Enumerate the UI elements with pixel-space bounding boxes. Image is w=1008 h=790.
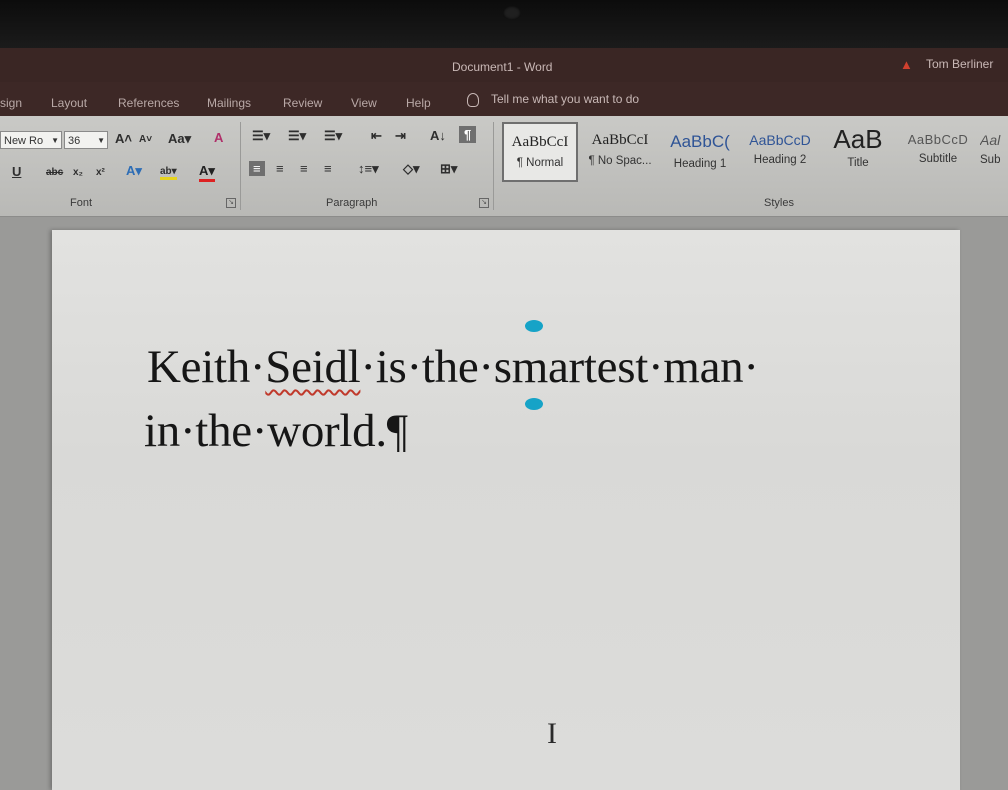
style-name: ¶ Normal bbox=[516, 157, 564, 169]
bullets-icon[interactable]: ☰▾ bbox=[252, 128, 270, 144]
document-line-2[interactable]: in·the·world.¶ bbox=[144, 404, 408, 458]
style-title[interactable]: AaB Title bbox=[820, 122, 896, 182]
multilevel-list-icon[interactable]: ☰▾ bbox=[324, 128, 342, 144]
style-sample: AaBbCcI bbox=[591, 132, 649, 148]
style-sample: AaBbCcD bbox=[907, 132, 969, 147]
style-sample: AaB bbox=[833, 124, 883, 154]
ribbon-tabs: sign Layout References Mailings Review V… bbox=[0, 82, 1008, 116]
title-bar: Document1 - Word ▲ Tom Berliner bbox=[0, 48, 1008, 82]
chevron-down-icon[interactable]: ▼ bbox=[97, 132, 105, 150]
style-subtitle[interactable]: AaBbCcD Subtitle bbox=[900, 122, 976, 182]
document-page[interactable]: Keith·Seidl·is·the·smartest·man· in·the·… bbox=[52, 230, 960, 790]
borders-icon[interactable]: ⊞▾ bbox=[440, 161, 457, 177]
style-name: Heading 1 bbox=[673, 158, 727, 170]
shading-icon[interactable]: ◇▾ bbox=[403, 161, 420, 177]
highlight-icon[interactable]: ab▾ bbox=[160, 166, 177, 180]
mouse-ibeam-cursor: I bbox=[547, 717, 557, 750]
tab-layout[interactable]: Layout bbox=[51, 96, 87, 110]
style-heading-2[interactable]: AaBbCcD Heading 2 bbox=[742, 122, 818, 182]
tab-mailings[interactable]: Mailings bbox=[207, 96, 251, 110]
tell-me-search[interactable]: Tell me what you want to do bbox=[467, 92, 639, 107]
styles-gallery: AaBbCcI ¶ Normal AaBbCcI ¶ No Spac... Aa… bbox=[502, 122, 1008, 182]
warning-icon[interactable]: ▲ bbox=[900, 57, 913, 72]
divider bbox=[240, 122, 241, 210]
tab-view[interactable]: View bbox=[351, 96, 377, 110]
font-size-box[interactable]: 36 ▼ bbox=[64, 131, 108, 149]
grow-font-icon[interactable]: A˄ bbox=[115, 131, 132, 146]
style-sample: Aal bbox=[980, 132, 1001, 148]
selection-handle-top[interactable] bbox=[525, 320, 543, 332]
style-sample: AaBbC( bbox=[670, 132, 730, 151]
style-name: Subtitle bbox=[918, 153, 958, 165]
document-line-1[interactable]: Keith·Seidl·is·the·smartest·man· bbox=[147, 340, 759, 394]
style-subtle-emphasis[interactable]: Aal Sub bbox=[980, 122, 1008, 182]
change-case-icon[interactable]: Aa▾ bbox=[168, 131, 191, 147]
font-group-label: Font bbox=[70, 197, 93, 209]
superscript-icon[interactable]: x² bbox=[96, 167, 105, 178]
style-normal[interactable]: AaBbCcI ¶ Normal bbox=[502, 122, 578, 182]
show-formatting-icon[interactable]: ¶ bbox=[459, 126, 477, 143]
numbering-icon[interactable]: ☰▾ bbox=[288, 128, 306, 144]
tab-design[interactable]: sign bbox=[0, 96, 22, 110]
clear-formatting-icon[interactable]: A bbox=[214, 130, 223, 145]
font-name-box[interactable]: New Ro ▼ bbox=[0, 131, 62, 149]
font-color-icon[interactable]: A▾ bbox=[199, 163, 215, 182]
lightbulb-icon bbox=[467, 92, 479, 107]
monitor-bezel bbox=[0, 0, 1008, 48]
decrease-indent-icon[interactable]: ⇤ bbox=[371, 128, 382, 144]
align-left-icon[interactable]: ≡ bbox=[249, 161, 265, 176]
style-name: ¶ No Spac... bbox=[588, 155, 652, 167]
font-size-value: 36 bbox=[68, 135, 81, 147]
tab-help[interactable]: Help bbox=[406, 96, 431, 110]
strikethrough-icon[interactable]: abc bbox=[46, 167, 63, 178]
increase-indent-icon[interactable]: ⇥ bbox=[395, 128, 406, 144]
divider bbox=[493, 122, 494, 210]
style-name: Heading 2 bbox=[753, 154, 807, 166]
paragraph-group-label: Paragraph bbox=[326, 197, 378, 209]
align-right-icon[interactable]: ≡ bbox=[300, 161, 308, 176]
style-heading-1[interactable]: AaBbC( Heading 1 bbox=[662, 122, 738, 182]
tab-review[interactable]: Review bbox=[283, 96, 322, 110]
style-no-spacing[interactable]: AaBbCcI ¶ No Spac... bbox=[582, 122, 658, 182]
sort-icon[interactable]: A↓ bbox=[430, 128, 446, 143]
style-sample: AaBbCcI bbox=[511, 134, 569, 150]
ribbon: New Ro ▼ 36 ▼ A˄ A˅ Aa▾ A U abc x₂ x² A▾… bbox=[0, 116, 1008, 217]
misspelled-word[interactable]: Seidl bbox=[265, 341, 360, 393]
webcam bbox=[503, 6, 521, 20]
text-run: in·the·world.¶ bbox=[144, 405, 408, 457]
style-sample: AaBbCcD bbox=[749, 132, 811, 148]
underline-icon[interactable]: U bbox=[12, 164, 21, 179]
font-name-value: New Ro bbox=[4, 135, 44, 147]
paragraph-dialog-launcher-icon[interactable]: ↘ bbox=[479, 198, 489, 208]
justify-icon[interactable]: ≡ bbox=[324, 161, 332, 176]
style-name: Title bbox=[847, 157, 869, 169]
account-name[interactable]: Tom Berliner bbox=[926, 57, 993, 71]
text-run: Keith· bbox=[147, 341, 266, 393]
chevron-down-icon[interactable]: ▼ bbox=[51, 132, 59, 150]
text-run: ·is·the·smartest·man· bbox=[360, 341, 759, 393]
shrink-font-icon[interactable]: A˅ bbox=[139, 134, 152, 145]
style-name: Sub bbox=[980, 154, 1001, 166]
selection-handle-bottom[interactable] bbox=[525, 398, 543, 410]
tell-me-text: Tell me what you want to do bbox=[491, 92, 640, 106]
font-dialog-launcher-icon[interactable]: ↘ bbox=[226, 198, 236, 208]
text-effects-icon[interactable]: A▾ bbox=[126, 163, 142, 179]
align-center-icon[interactable]: ≡ bbox=[276, 161, 284, 176]
styles-group-label: Styles bbox=[764, 197, 794, 209]
line-spacing-icon[interactable]: ↕≡▾ bbox=[358, 161, 379, 177]
window-title: Document1 - Word bbox=[452, 60, 553, 74]
subscript-icon[interactable]: x₂ bbox=[73, 167, 83, 178]
tab-references[interactable]: References bbox=[118, 96, 179, 110]
